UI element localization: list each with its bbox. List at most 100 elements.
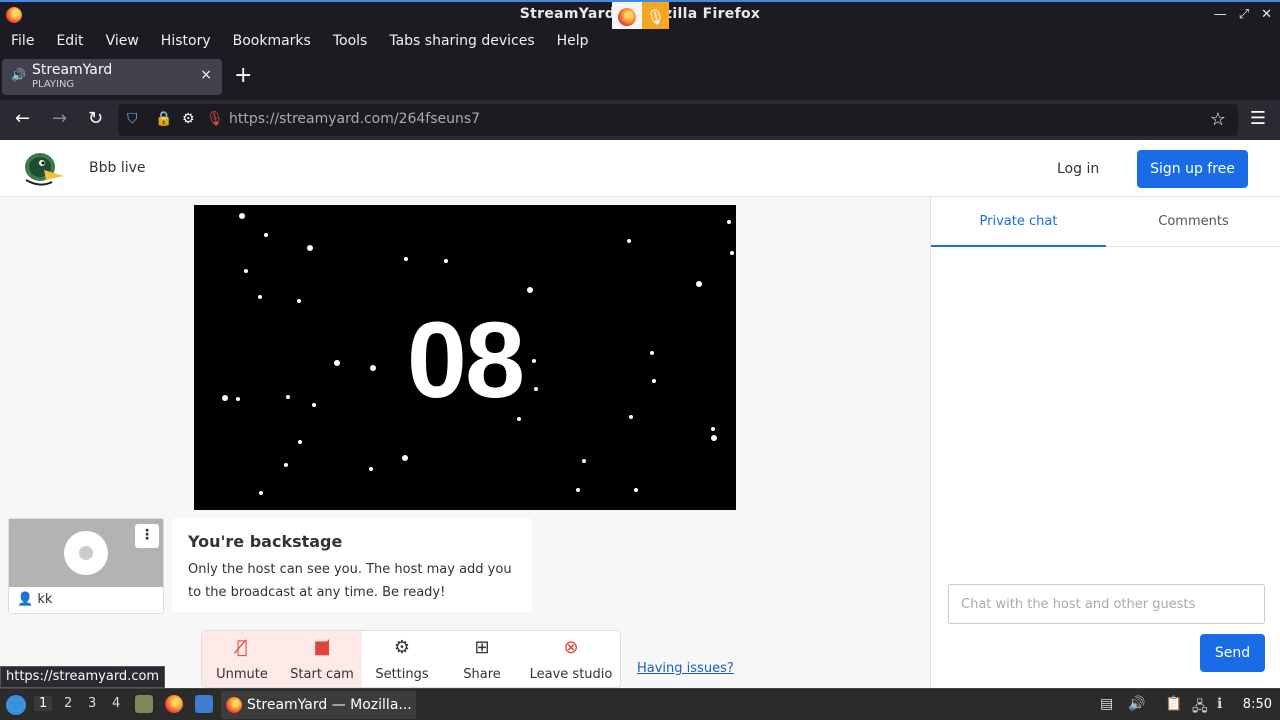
snow-particle <box>239 213 245 219</box>
snow-particle <box>582 459 586 463</box>
tab-private-chat[interactable]: Private chat <box>931 197 1106 247</box>
start-cam-button[interactable]: ■̸ Start cam <box>282 631 362 687</box>
forward-icon[interactable]: → <box>52 109 67 129</box>
user-icon <box>79 546 93 560</box>
menu-history[interactable]: History <box>161 29 211 54</box>
snow-particle <box>298 440 302 444</box>
status-link-tooltip: https://streamyard.com <box>0 666 166 688</box>
navigation-bar: ← → ↻ ⛉ 🔒 ⚙ 🎙 https://streamyard.com/264… <box>0 100 1280 140</box>
snow-particle <box>650 351 654 355</box>
snow-particle <box>222 395 228 401</box>
participant-name: 👤 kk <box>17 592 53 607</box>
more-options-icon[interactable]: ⋮ <box>135 524 159 548</box>
menu-tools[interactable]: Tools <box>333 29 368 54</box>
snow-particle <box>258 295 262 299</box>
workspace-3[interactable]: 3 <box>88 696 96 711</box>
snow-particle <box>730 251 734 255</box>
snow-particle <box>627 239 631 243</box>
reload-icon[interactable]: ↻ <box>88 109 103 129</box>
menu-edit[interactable]: Edit <box>56 29 83 54</box>
menu-bookmarks[interactable]: Bookmarks <box>233 29 311 54</box>
studio-toolbar: 🎙̸ Unmute ■̸ Start cam ⚙ Settings ⊞ Shar… <box>201 630 621 688</box>
snow-particle <box>727 220 731 224</box>
snow-particle <box>259 491 263 495</box>
new-tab-button[interactable]: + <box>234 64 252 88</box>
snow-particle <box>652 379 656 383</box>
snow-particle <box>404 257 408 261</box>
firefox-launcher-icon[interactable] <box>165 695 183 713</box>
volume-icon[interactable]: 🔊 <box>1128 696 1145 712</box>
backstage-text: Only the host can see you. The host may … <box>188 562 512 600</box>
menu-help[interactable]: Help <box>557 29 589 54</box>
start-menu-icon[interactable] <box>6 695 26 715</box>
snow-particle <box>369 467 373 471</box>
participant-tile[interactable]: ⋮ 👤 kk <box>8 518 164 614</box>
broadcast-stage: 08 <box>194 205 736 510</box>
url-text[interactable]: https://streamyard.com/264fseuns7 <box>229 111 480 127</box>
share-button[interactable]: ⊞ Share <box>442 631 522 687</box>
clock: 8:50 <box>1242 697 1272 712</box>
workspace-1[interactable]: 1 <box>34 696 53 711</box>
tab-streamyard[interactable]: 🔊 StreamYard PLAYING × <box>2 59 222 95</box>
page-content: Bbb live Log in Sign up free 08 ⋮ 👤 kk Y… <box>0 140 1280 688</box>
speaker-icon[interactable]: 🔊 <box>11 68 29 82</box>
unmute-button[interactable]: 🎙̸ Unmute <box>202 631 282 687</box>
tab-title: StreamYard <box>32 62 113 78</box>
menu-file[interactable]: File <box>11 29 34 54</box>
leave-studio-button[interactable]: ⊗ Leave studio <box>522 631 620 687</box>
snow-particle <box>370 365 376 371</box>
snow-particle <box>402 455 408 461</box>
snow-particle <box>517 417 521 421</box>
tracking-shield-icon[interactable]: ⛉ <box>127 111 138 127</box>
having-issues-link[interactable]: Having issues? <box>637 661 734 676</box>
sharing-indicator[interactable]: 🎙 <box>612 2 669 31</box>
avatar <box>64 531 108 575</box>
site-header: Bbb live Log in Sign up free <box>0 140 1280 197</box>
person-icon: 👤 <box>17 592 34 607</box>
workspace-4[interactable]: 4 <box>112 696 120 711</box>
network-icon[interactable]: 🖧 <box>1192 696 1208 720</box>
microphone-icon[interactable]: 🎙 <box>206 111 224 127</box>
countdown-number: 08 <box>406 299 525 420</box>
signup-button[interactable]: Sign up free <box>1137 150 1248 188</box>
tray-updates-icon[interactable]: ▤ <box>1100 696 1113 712</box>
minimize-icon[interactable]: — <box>1214 7 1227 22</box>
app-menu-icon[interactable]: ☰ <box>1250 108 1266 129</box>
streamyard-logo-icon[interactable] <box>22 150 66 188</box>
bookmark-star-icon[interactable]: ☆ <box>1210 109 1226 130</box>
broadcast-name: Bbb live <box>89 160 146 176</box>
taskbar-window-firefox[interactable]: StreamYard — Mozilla... <box>221 691 416 719</box>
snow-particle <box>334 360 340 366</box>
close-icon[interactable]: ✕ <box>1261 7 1272 22</box>
backstage-notice: You're backstage Only the host can see y… <box>172 518 532 612</box>
workspace-2[interactable]: 2 <box>64 696 72 711</box>
snow-particle <box>264 233 268 237</box>
screen-share-icon: ⊞ <box>474 637 490 658</box>
clipboard-icon[interactable]: 📋 <box>1165 696 1182 712</box>
tab-strip: 🔊 StreamYard PLAYING × + <box>0 54 1280 100</box>
snow-particle <box>634 488 638 492</box>
permissions-icon[interactable]: ⚙ <box>182 111 195 127</box>
window-titlebar: StreamYard — Mozilla Firefox 🎙 — ⤢ ✕ <box>0 0 1280 31</box>
menu-tabs-sharing[interactable]: Tabs sharing devices <box>389 29 534 54</box>
settings-button[interactable]: ⚙ Settings <box>362 631 442 687</box>
tab-comments[interactable]: Comments <box>1106 197 1280 247</box>
lock-icon[interactable]: 🔒 <box>155 111 172 127</box>
snow-particle <box>286 395 290 399</box>
snow-particle <box>532 359 536 363</box>
snow-particle <box>527 287 533 293</box>
chat-panel: Private chat Comments Send <box>930 197 1280 688</box>
back-icon[interactable]: ← <box>15 109 30 129</box>
snow-particle <box>284 463 288 467</box>
gear-icon: ⚙ <box>393 637 411 658</box>
chat-input[interactable] <box>948 584 1265 624</box>
maximize-icon[interactable]: ⤢ <box>1239 7 1249 22</box>
menu-view[interactable]: View <box>106 29 139 54</box>
desktop-icon[interactable] <box>195 695 213 713</box>
notification-icon[interactable]: ℹ <box>1217 696 1222 712</box>
login-link[interactable]: Log in <box>1057 161 1099 177</box>
tab-close-icon[interactable]: × <box>200 67 212 83</box>
send-button[interactable]: Send <box>1200 634 1265 672</box>
file-manager-icon[interactable] <box>135 695 153 713</box>
address-bar[interactable]: ⛉ 🔒 ⚙ 🎙 https://streamyard.com/264fseuns… <box>118 104 1238 136</box>
